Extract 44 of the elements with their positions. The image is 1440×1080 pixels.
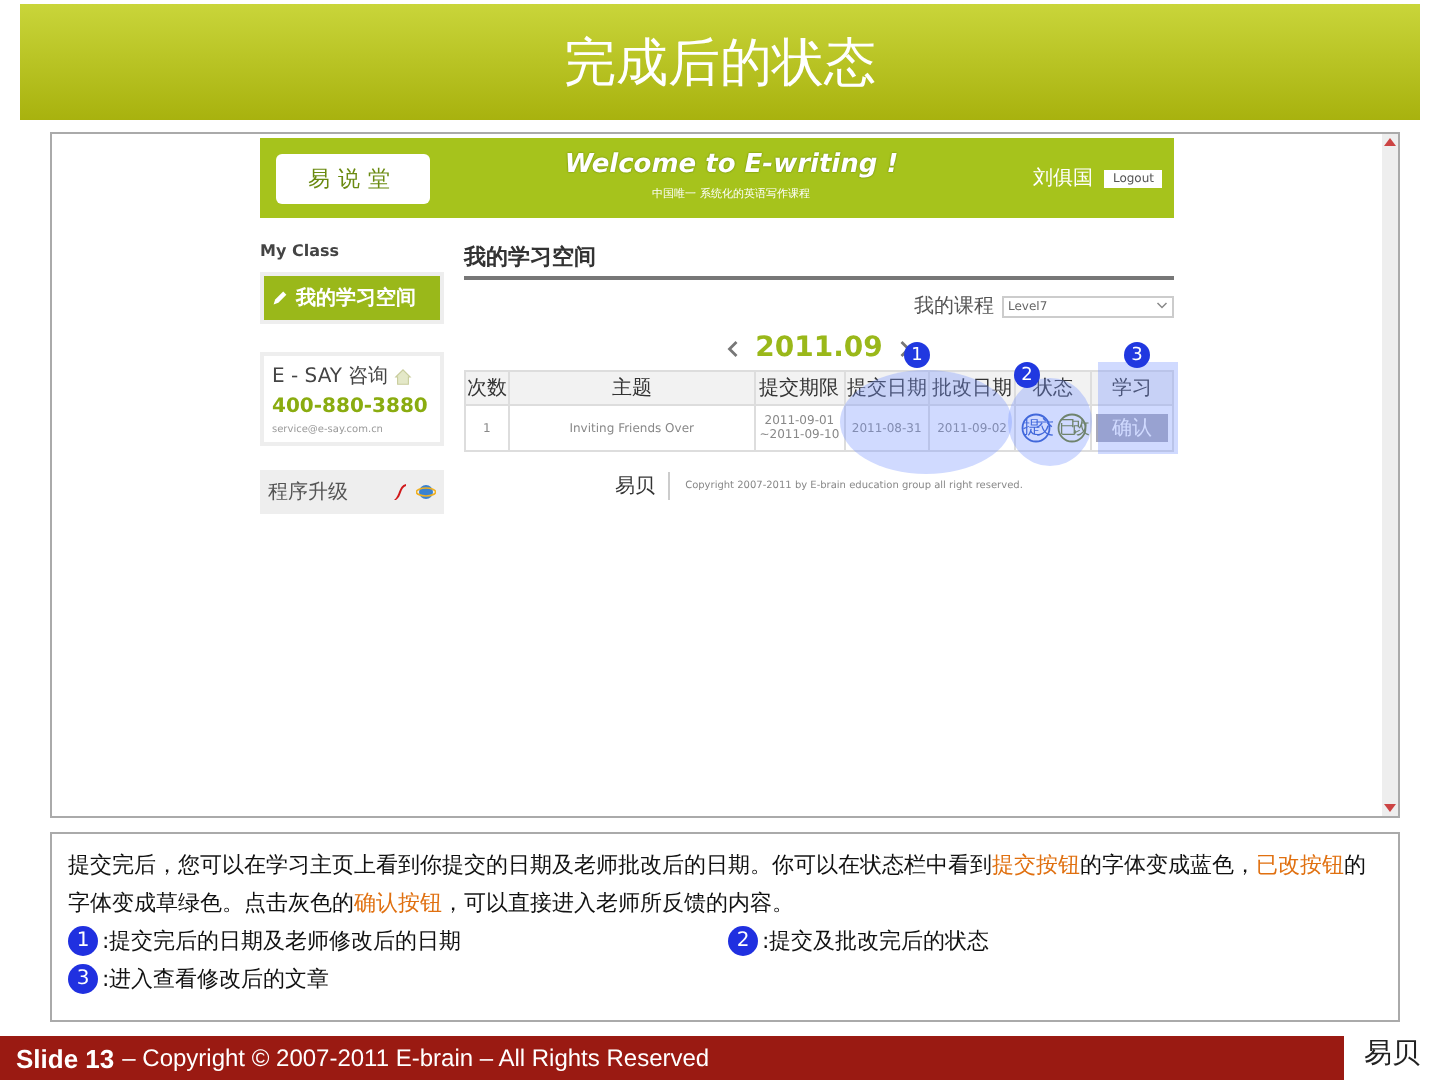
column-header: 次数 <box>465 371 509 405</box>
company-logo: 易贝 <box>1344 1036 1440 1080</box>
column-header: 主题 <box>508 371 755 405</box>
course-label: 我的课程 <box>914 293 994 320</box>
number-badge: 2 <box>728 926 758 956</box>
column-header: 学习 <box>1091 371 1173 405</box>
status-stamp: 已改 <box>1056 413 1086 443</box>
user-name: 刘俱国 <box>1032 165 1093 192</box>
number-badge: 1 <box>68 926 98 956</box>
pencil-icon <box>272 290 288 306</box>
number-badge: 3 <box>68 964 98 994</box>
description-text: 提交完后，您可以在学习主页上看到你提交的日期及老师批改后的日期。你可以在状态栏中看到提交按钮的字体变成蓝色，已改按钮的字体变成草绿色。点击灰色的确认按钮，可以直接进入老师所反馈的内容。 <box>68 850 1368 920</box>
house-icon <box>394 367 413 385</box>
number-marker: 2 <box>1014 362 1040 388</box>
legend-text: :提交及批改完后的状态 <box>762 926 990 956</box>
number-marker: 3 <box>1124 342 1150 368</box>
flash-icon[interactable] <box>390 482 410 502</box>
footer-copyright: – Copyright © 2007-2011 E-brain – All Rights Reserved <box>122 1044 712 1072</box>
number-marker: 1 <box>904 342 930 368</box>
footer-logo: 易贝 <box>615 472 670 500</box>
slide-number: Slide 13 <box>16 1043 115 1073</box>
phone-number: 400-880-3880 <box>272 396 430 418</box>
section-heading: 我的学习空间 <box>464 242 1174 280</box>
month-label: 2011.09 <box>755 332 883 364</box>
legend-text: :提交完后的日期及老师修改后的日期 <box>102 926 462 956</box>
contact-title: E - SAY 咨询 <box>272 364 389 390</box>
column-header: 提交日期 <box>844 371 930 405</box>
highlight-rectangle <box>1098 362 1178 454</box>
banner-title: Welcome to E-writing ! <box>564 149 899 179</box>
next-icon[interactable] <box>898 339 913 357</box>
caret-icon <box>1156 300 1168 312</box>
column-header: 提交期限 <box>754 371 845 405</box>
scroll-down-icon[interactable] <box>1382 800 1398 816</box>
highlight-circle <box>1008 378 1092 466</box>
legend-text: :进入查看修改后的文章 <box>102 964 330 994</box>
sidebar-heading: My Class <box>260 242 341 260</box>
scroll-up-icon[interactable] <box>1382 134 1398 150</box>
slide-title: 完成后的状态 <box>564 31 876 97</box>
site-logo: 易说堂 <box>276 153 430 203</box>
column-header: 批改日期 <box>929 371 1015 405</box>
status-stamp: 提交 <box>1020 413 1050 443</box>
browser-icon[interactable] <box>416 482 436 502</box>
upgrade-label[interactable]: 程序升级 <box>268 478 384 506</box>
previous-icon[interactable] <box>725 339 740 357</box>
